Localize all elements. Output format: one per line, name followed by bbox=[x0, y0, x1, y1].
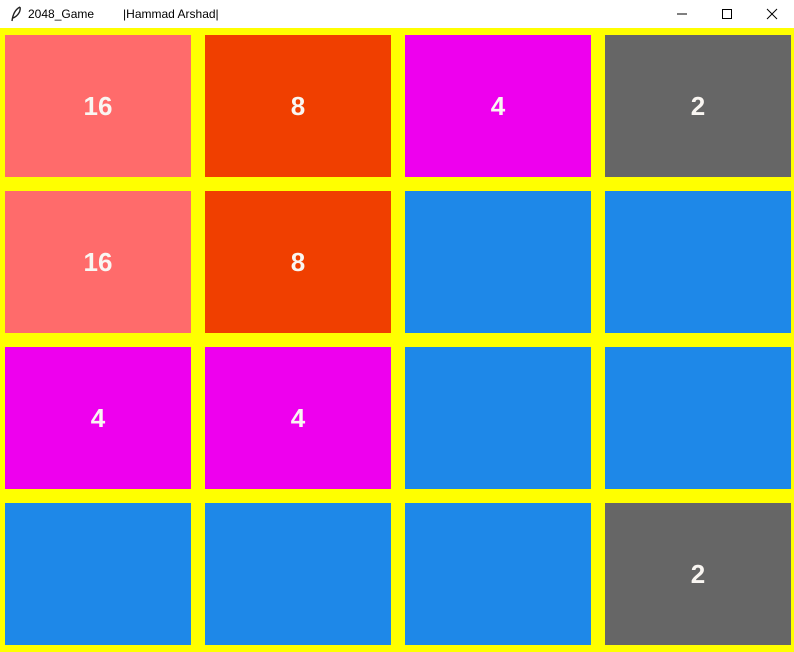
window-controls bbox=[659, 0, 794, 28]
game-window: 2048_Game |Hammad Arshad| 16 8 4 2 16 8 4 4 2 bbox=[0, 0, 794, 652]
maximize-button[interactable] bbox=[704, 0, 749, 28]
window-subtitle: |Hammad Arshad| bbox=[123, 7, 219, 21]
empty-tile bbox=[605, 191, 791, 333]
tile-16: 16 bbox=[5, 191, 191, 333]
maximize-icon bbox=[721, 9, 732, 19]
title-bar[interactable]: 2048_Game |Hammad Arshad| bbox=[0, 0, 794, 28]
close-icon bbox=[766, 8, 777, 20]
tile-8: 8 bbox=[205, 35, 391, 177]
tile-4: 4 bbox=[205, 347, 391, 489]
close-button[interactable] bbox=[749, 0, 794, 28]
empty-tile bbox=[405, 191, 591, 333]
feather-icon bbox=[7, 5, 25, 23]
tile-2: 2 bbox=[605, 503, 791, 645]
empty-tile bbox=[5, 503, 191, 645]
minimize-icon bbox=[676, 13, 687, 15]
tile-2: 2 bbox=[605, 35, 791, 177]
empty-tile bbox=[405, 503, 591, 645]
tile-8: 8 bbox=[205, 191, 391, 333]
tile-16: 16 bbox=[5, 35, 191, 177]
tile-4: 4 bbox=[5, 347, 191, 489]
empty-tile bbox=[405, 347, 591, 489]
empty-tile bbox=[605, 347, 791, 489]
minimize-button[interactable] bbox=[659, 0, 704, 28]
game-board[interactable]: 16 8 4 2 16 8 4 4 2 bbox=[0, 28, 794, 652]
window-title: 2048_Game bbox=[28, 7, 95, 21]
empty-tile bbox=[205, 503, 391, 645]
tile-4: 4 bbox=[405, 35, 591, 177]
